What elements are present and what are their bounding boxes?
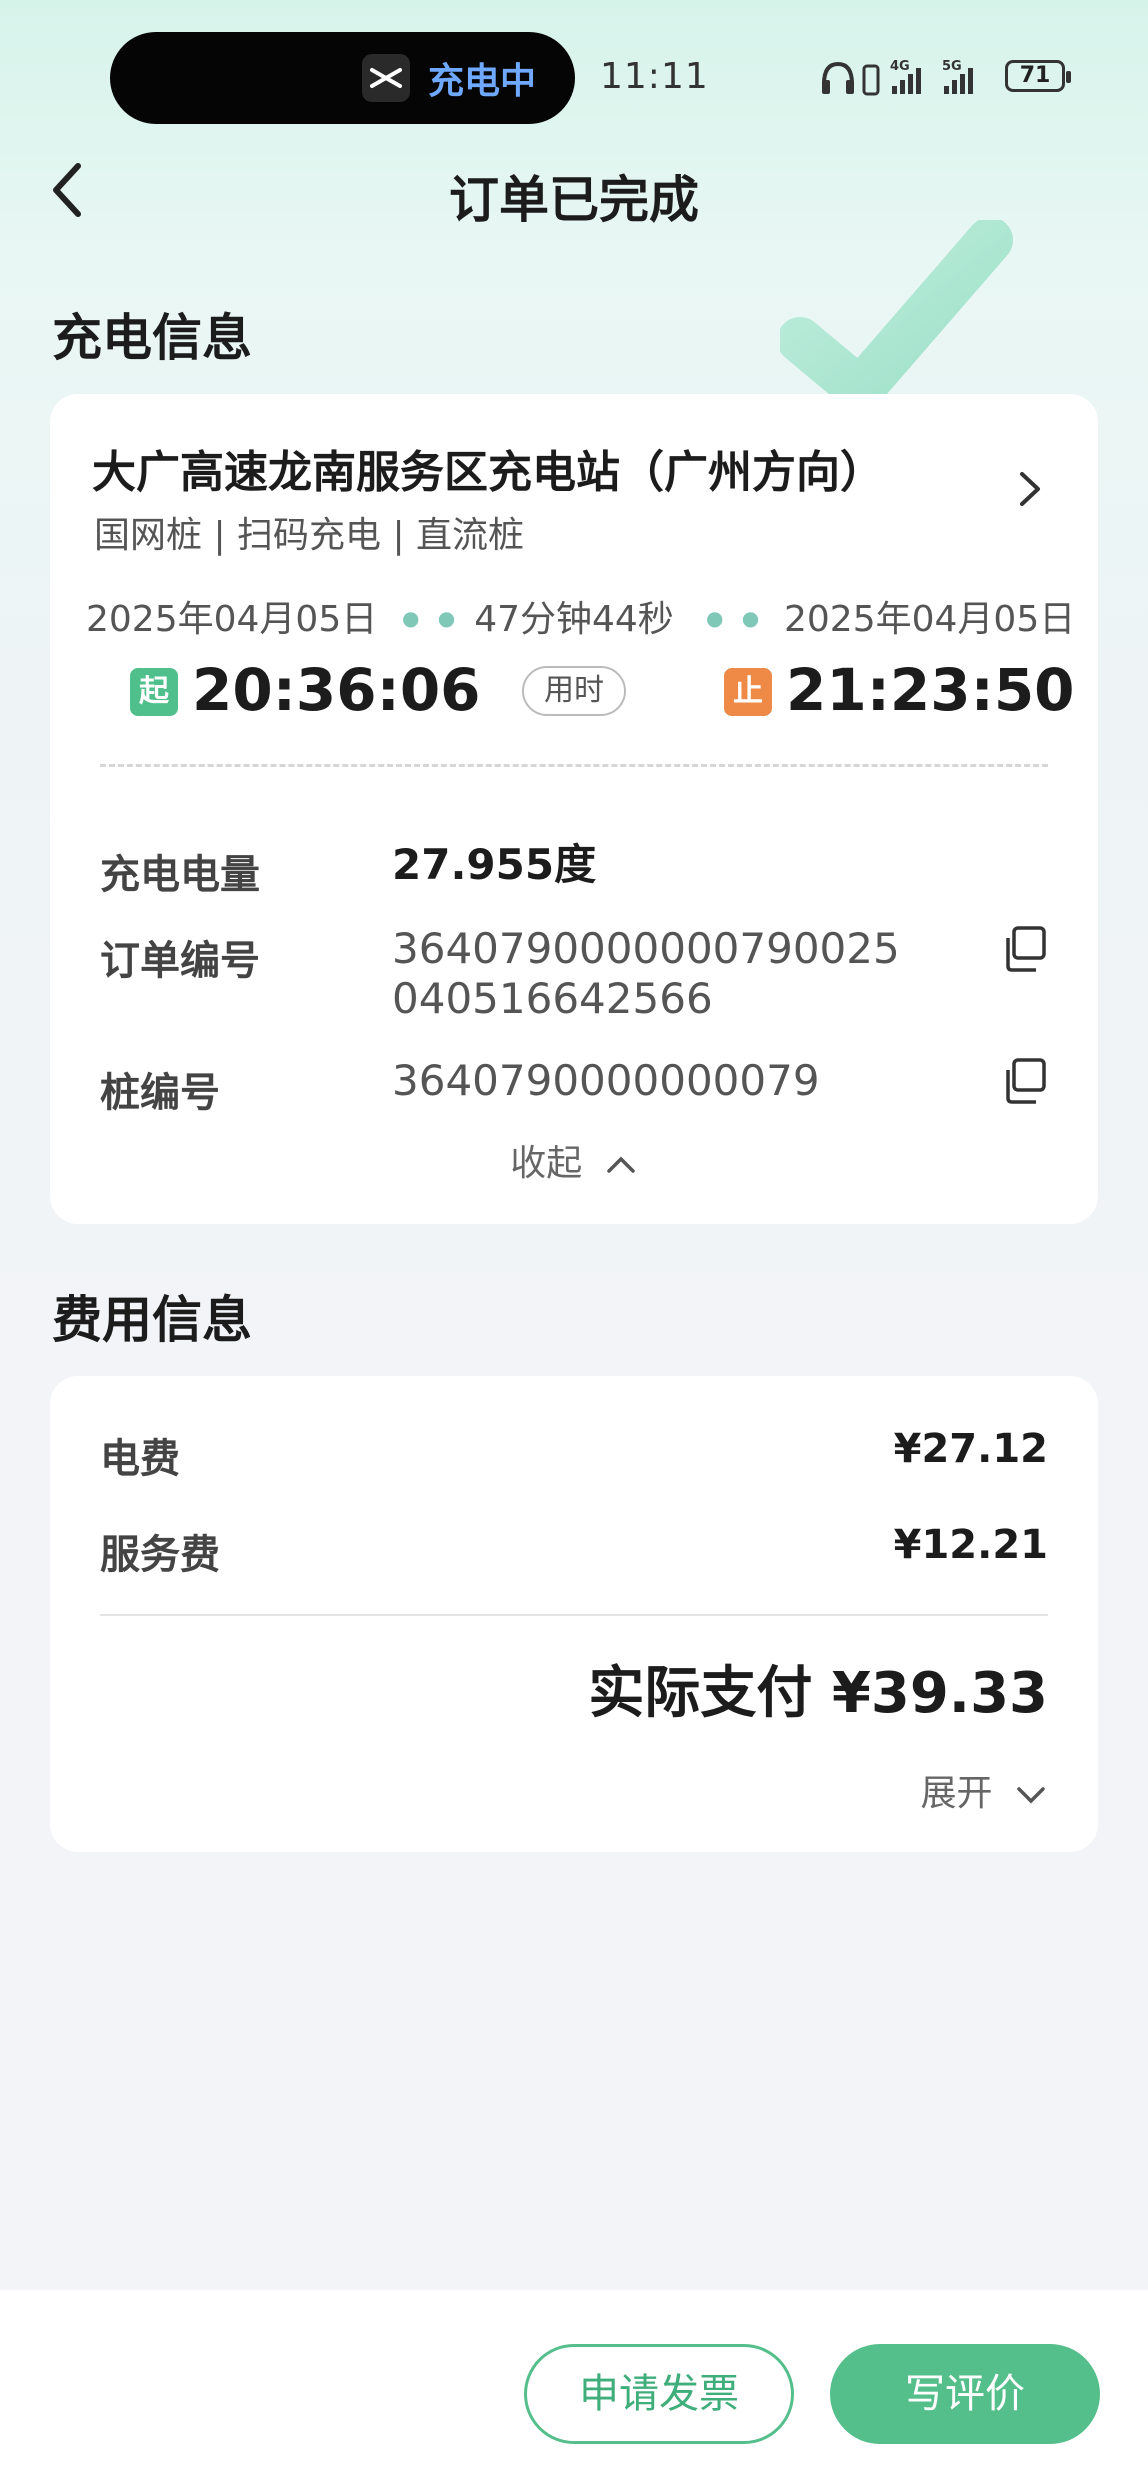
svg-text:5G: 5G <box>942 59 962 74</box>
order-number-line2: 040516642566 <box>392 974 713 1023</box>
electricity-fee-value: ¥27.12 <box>893 1426 1048 1472</box>
total-paid: 实际支付 ¥39.33 <box>588 1661 1048 1726</box>
energy-label: 充电电量 <box>100 852 260 898</box>
copy-pile-button[interactable] <box>1000 1056 1050 1106</box>
copy-order-button[interactable] <box>1000 924 1050 974</box>
collapse-label: 收起 <box>510 1143 583 1184</box>
electricity-fee-label: 电费 <box>100 1436 180 1482</box>
fee-info-card: 电费 ¥27.12 服务费 ¥12.21 实际支付 ¥39.33 展开 <box>50 1376 1098 1852</box>
pile-number-value: 3640790000000079 <box>392 1056 820 1105</box>
chevron-right-icon <box>1020 472 1040 506</box>
copy-icon <box>1006 926 1046 972</box>
order-number-label: 订单编号 <box>100 938 260 984</box>
expand-button[interactable]: 展开 <box>921 1764 1048 1816</box>
chevron-down-icon <box>1017 1787 1045 1804</box>
used-time-tag: 用时 <box>522 666 626 716</box>
stop-badge: 止 <box>724 668 772 716</box>
collapse-button[interactable]: 收起 <box>50 1134 1098 1186</box>
start-badge: 起 <box>130 668 178 716</box>
station-name[interactable]: 大广高速龙南服务区充电站（广州方向） <box>92 436 884 500</box>
service-fee-label: 服务费 <box>100 1532 220 1578</box>
pile-number-label: 桩编号 <box>100 1070 220 1116</box>
signal-5g-icon: 5G <box>942 59 973 94</box>
dots-right-icon: ● ● <box>706 606 766 630</box>
headphone-icon <box>822 61 854 94</box>
end-date: 2025年04月05日 <box>784 599 1076 640</box>
checkmark-decoration-icon <box>777 217 1040 420</box>
energy-value: 27.955度 <box>392 840 597 889</box>
charging-info-card: 大广高速龙南服务区充电站（广州方向） 国网桩 | 扫码充电 | 直流桩 2025… <box>50 394 1098 1224</box>
fee-divider <box>100 1614 1048 1616</box>
chevron-up-icon <box>606 1156 635 1173</box>
end-time: 21:23:50 <box>786 656 1075 724</box>
charging-status-text: 充电中 <box>428 61 537 102</box>
service-fee-value: ¥12.21 <box>893 1522 1048 1568</box>
station-detail-button[interactable] <box>1010 466 1050 512</box>
app-logo-icon <box>362 54 410 102</box>
start-time: 20:36:06 <box>192 656 481 724</box>
signal-4g-icon: 4G <box>890 59 921 94</box>
order-number-line1: 3640790000000790025 <box>392 924 900 973</box>
bottom-action-bar: 申请发票 写评价 <box>0 2290 1148 2492</box>
status-time: 11:11 <box>600 56 709 97</box>
section-title-charging: 充电信息 <box>52 309 252 367</box>
svg-text:4G: 4G <box>890 59 910 74</box>
station-tags: 国网桩 | 扫码充电 | 直流桩 <box>94 515 525 556</box>
write-review-button[interactable]: 写评价 <box>830 2344 1100 2444</box>
battery-indicator: 71 <box>1005 60 1071 92</box>
dashed-divider <box>100 764 1048 767</box>
status-pill[interactable]: 充电中 <box>110 32 575 124</box>
copy-icon <box>1006 1058 1046 1104</box>
apply-invoice-button[interactable]: 申请发票 <box>524 2344 794 2444</box>
expand-label: 展开 <box>920 1773 993 1814</box>
section-title-fees: 费用信息 <box>52 1291 252 1349</box>
battery-mini-icon <box>862 64 880 96</box>
